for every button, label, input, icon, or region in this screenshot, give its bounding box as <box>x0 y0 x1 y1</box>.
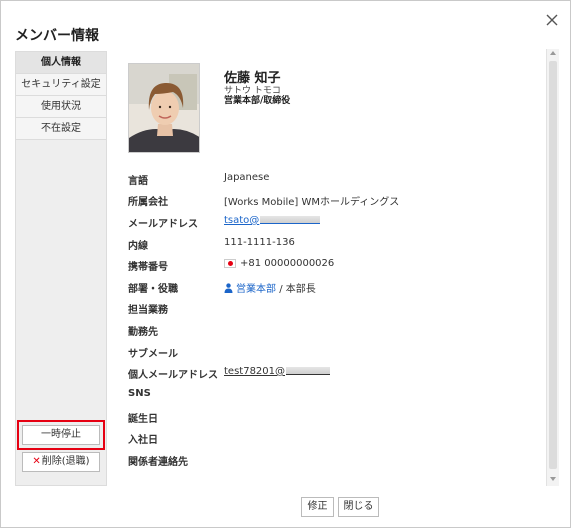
field-label-extension: 内線 <box>128 241 148 252</box>
field-label-duty: 担当業務 <box>128 305 168 316</box>
member-info-dialog: メンバー情報 個人情報 セキュリティ設定 使用状況 不在設定 一時停止 ✕削除(… <box>0 0 571 528</box>
field-value-company: [Works Mobile] WMホールディングス <box>224 197 400 208</box>
scroll-up-arrow-icon[interactable] <box>550 51 556 55</box>
field-label-emergency: 関係者連絡先 <box>128 457 188 468</box>
field-label-sns: SNS <box>128 388 151 399</box>
field-label-workplace: 勤務先 <box>128 327 158 338</box>
field-label-join-date: 入社日 <box>128 435 158 446</box>
personal-email-redaction <box>286 367 331 375</box>
suspend-button[interactable]: 一時停止 <box>22 425 100 445</box>
avatar <box>128 63 200 153</box>
sidebar-item-usage[interactable]: 使用状況 <box>16 96 106 118</box>
dept-link[interactable]: 営業本部 <box>236 284 276 295</box>
delete-retire-button[interactable]: ✕削除(退職) <box>22 452 100 472</box>
delete-label: 削除(退職) <box>41 456 90 467</box>
field-label-personal-email: 個人メールアドレス <box>128 370 218 381</box>
close-button[interactable]: 閉じる <box>338 497 379 517</box>
person-icon <box>224 282 233 296</box>
dept-separator: / <box>279 284 283 295</box>
sidebar-item-security[interactable]: セキュリティ設定 <box>16 74 106 96</box>
field-label-birthday: 誕生日 <box>128 414 158 425</box>
field-label-submail: サブメール <box>128 349 178 360</box>
email-redaction <box>260 216 321 224</box>
personal-email-row: test78201@ <box>224 366 331 377</box>
scroll-down-arrow-icon[interactable] <box>550 477 556 481</box>
field-value-extension: 111-1111-136 <box>224 237 295 248</box>
field-label-mobile: 携帯番号 <box>128 262 168 273</box>
mobile-field-row: +81 00000000026 <box>224 258 334 269</box>
field-label-dept: 部署・役職 <box>128 284 178 295</box>
field-value-language: Japanese <box>224 172 270 183</box>
field-label-language: 言語 <box>128 176 148 187</box>
field-value-mobile: +81 00000000026 <box>240 258 335 269</box>
edit-button[interactable]: 修正 <box>301 497 334 517</box>
delete-x-icon: ✕ <box>32 456 41 467</box>
close-icon[interactable] <box>543 11 561 29</box>
scrollbar[interactable] <box>546 49 559 486</box>
field-label-company: 所属会社 <box>128 197 168 208</box>
email-link[interactable]: tsato@ <box>224 215 259 226</box>
member-dept-title: 営業本部/取締役 <box>224 96 291 106</box>
field-value-position: 本部長 <box>285 284 316 295</box>
dialog-title: メンバー情報 <box>15 28 99 44</box>
field-value-personal-email: test78201@ <box>224 366 286 377</box>
field-label-email: メールアドレス <box>128 219 198 230</box>
sidebar-item-absence[interactable]: 不在設定 <box>16 118 106 140</box>
email-field-row: tsato@ <box>224 215 321 226</box>
sidebar-item-personal-info[interactable]: 個人情報 <box>16 52 106 74</box>
japan-flag-icon <box>224 258 236 268</box>
dept-field-row: 営業本部 / 本部長 <box>224 280 316 296</box>
scrollbar-thumb[interactable] <box>549 61 557 469</box>
